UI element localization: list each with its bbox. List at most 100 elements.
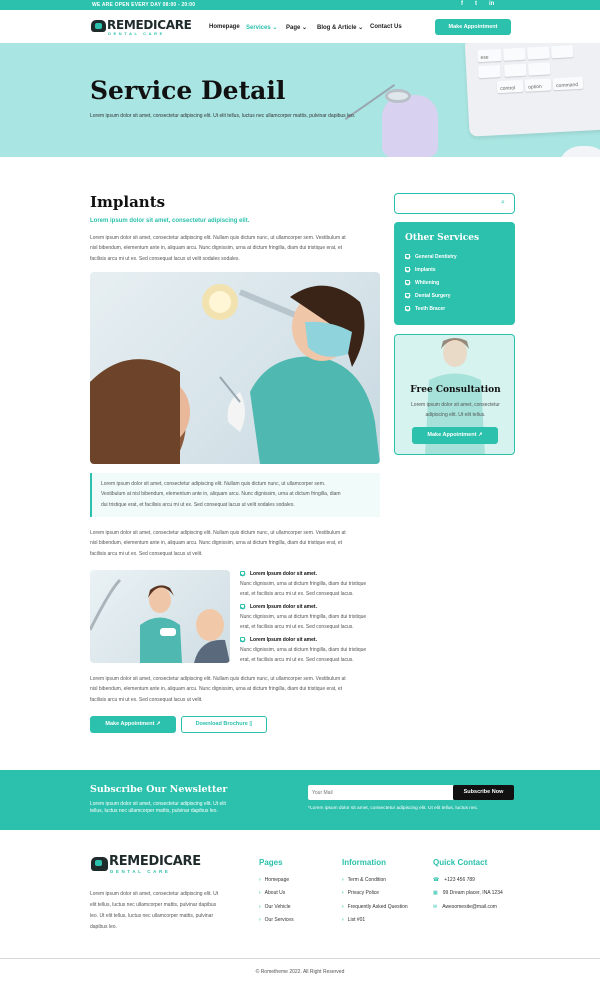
page-title: Service Detail xyxy=(90,76,286,105)
chevron-right-icon: › xyxy=(259,917,261,923)
footer-phone[interactable]: ☎ +123 456 789 xyxy=(433,877,475,883)
free-consultation-card: Free Consultation Lorem ipsum dolor sit … xyxy=(394,334,515,455)
footer-link-services[interactable]: › Our Services xyxy=(259,917,294,923)
nav-services[interactable]: Services ⌄ xyxy=(246,24,277,31)
chevron-right-icon: › xyxy=(342,904,344,910)
check-icon xyxy=(405,267,410,272)
service-link-general[interactable]: General Dentistry xyxy=(415,254,457,260)
feature-text: Nunc dignissim, urna at dictum fringilla… xyxy=(240,647,367,664)
check-icon xyxy=(240,571,245,576)
chevron-right-icon: › xyxy=(342,877,344,883)
brand-tagline: DENTAL CARE xyxy=(108,31,165,36)
linkedin-icon[interactable]: in xyxy=(489,1,494,7)
newsletter-email-input[interactable] xyxy=(308,785,454,800)
newsletter-note: *Lorem ipsum dolor sit amet, consectetur… xyxy=(308,806,479,811)
search-input[interactable] xyxy=(399,198,489,210)
newsletter-section: Subscribe Our Newsletter Lorem ipsum dol… xyxy=(0,770,600,830)
mail-icon: ✉ xyxy=(433,904,438,910)
footer-brand-logo[interactable]: REMEDICARE xyxy=(109,854,201,869)
service-link-surgery[interactable]: Dental Surgery xyxy=(415,293,451,299)
footer-pages-title: Pages xyxy=(259,858,283,867)
feature-title: Lorem Ipsum dolor sit amet. xyxy=(250,637,317,643)
other-services-panel: Other Services General Dentistry Implant… xyxy=(394,222,515,325)
search-icon[interactable]: ⌕ xyxy=(501,199,505,207)
top-bar: WE ARE OPEN EVERY DAY 08:00 - 20:00 f t … xyxy=(0,0,600,10)
mouse-image xyxy=(558,146,600,157)
nav-blog[interactable]: Blog & Article ⌄ xyxy=(317,24,363,31)
check-icon xyxy=(240,604,245,609)
dental-procedure-image xyxy=(90,272,380,464)
footer-email[interactable]: ✉ Awesomesite@mail.com xyxy=(433,904,497,910)
service-link-implants[interactable]: Implants xyxy=(415,267,436,273)
newsletter-title: Subscribe Our Newsletter xyxy=(90,784,228,795)
hero-banner: ese control option command Service Detai… xyxy=(0,43,600,157)
check-icon xyxy=(405,280,410,285)
hero-subtitle: Lorem ipsum dolor sit amet, consectetur … xyxy=(90,113,356,119)
feature-title: Lorem Ipsum dolor sit amet. xyxy=(250,604,317,610)
chevron-right-icon: › xyxy=(259,890,261,896)
chevron-right-icon: › xyxy=(342,917,344,923)
footer-about-text: Lorem ipsum dolor sit amet, consectetur … xyxy=(90,891,219,930)
footer-link-vehicle[interactable]: › Our Vehicle xyxy=(259,904,291,910)
navbar: REMEDICARE DENTAL CARE Homepage Services… xyxy=(0,10,600,43)
body-paragraph-3: Lorem ipsum dolor sit amet, consectetur … xyxy=(90,676,346,703)
check-icon xyxy=(405,306,410,311)
footer-link-homepage[interactable]: › Homepage xyxy=(259,877,289,883)
service-lead: Lorem ipsum dolor sit amet, consectetur … xyxy=(90,218,250,224)
sidebar-search: ⌕ xyxy=(394,193,515,214)
footer-link-list[interactable]: › List #01 xyxy=(342,917,365,923)
opening-hours: WE ARE OPEN EVERY DAY 08:00 - 20:00 xyxy=(92,2,196,8)
logo-tooth-icon xyxy=(91,20,106,32)
nav-contact[interactable]: Contact Us xyxy=(370,24,402,30)
other-services-title: Other Services xyxy=(405,233,480,243)
service-link-whitening[interactable]: Whitening xyxy=(415,280,439,286)
twitter-icon[interactable]: t xyxy=(475,1,477,7)
header-appointment-button[interactable]: Make Appointment xyxy=(435,19,511,35)
dentist-patient-image xyxy=(90,570,230,663)
copyright: © Rometheme 2022. All Right Reserved xyxy=(255,969,345,975)
footer-link-privacy[interactable]: › Privacy Police xyxy=(342,890,379,896)
footer-contact-title: Quick Contact xyxy=(433,858,488,867)
footer-link-about[interactable]: › About Us xyxy=(259,890,285,896)
make-appointment-button[interactable]: Make Appointment ↗ xyxy=(90,716,176,733)
consultation-title: Free Consultation xyxy=(410,385,501,395)
brand-logo[interactable]: REMEDICARE xyxy=(107,18,192,32)
chevron-right-icon: › xyxy=(342,890,344,896)
facebook-icon[interactable]: f xyxy=(461,1,463,7)
chevron-down-icon: ⌄ xyxy=(272,25,278,31)
footer-link-terms[interactable]: › Term & Condition xyxy=(342,877,386,883)
service-title: Implants xyxy=(90,193,166,211)
consultation-text: Lorem ipsum dolor sit amet, consectetur a… xyxy=(411,402,500,418)
body-paragraph-2: Lorem ipsum dolor sit amet, consectetur … xyxy=(90,530,346,557)
consultation-appointment-button[interactable]: Make Appointment ↗ xyxy=(412,427,498,444)
quote-block: Lorem ipsum dolor sit amet, consectetur … xyxy=(90,473,380,517)
dental-mirror-image xyxy=(385,89,411,103)
check-icon xyxy=(405,293,410,298)
external-link-icon: ↗ xyxy=(155,721,161,727)
tooth-image xyxy=(382,95,438,157)
footer-link-faq[interactable]: › Frequently Asked Question xyxy=(342,904,408,910)
check-icon xyxy=(405,254,410,259)
footer-divider xyxy=(0,958,600,959)
footer-brand-tagline: DENTAL CARE xyxy=(110,869,171,874)
footer-logo-tooth-icon xyxy=(91,857,108,871)
file-icon: ▯ xyxy=(249,721,253,727)
intro-paragraph: Lorem ipsum dolor sit amet, consectetur … xyxy=(90,235,346,262)
feature-text: Nunc dignissim, urna at dictum fringilla… xyxy=(240,581,367,598)
nav-homepage[interactable]: Homepage xyxy=(209,24,240,30)
nav-page[interactable]: Page ⌄ xyxy=(286,24,307,31)
check-icon xyxy=(240,637,245,642)
footer-address: ▦ 99 Dream placer, INA 1234 xyxy=(433,890,503,896)
download-brochure-button[interactable]: Download Brochure ▯ xyxy=(181,716,267,733)
feature-title: Lorem Ipsum dolor sit amet. xyxy=(250,571,317,577)
newsletter-text: Lorem ipsum dolor sit amet, consectetur … xyxy=(90,801,226,814)
chevron-down-icon: ⌄ xyxy=(302,25,308,31)
footer-information-title: Information xyxy=(342,858,386,867)
subscribe-button[interactable]: Subscribe Now xyxy=(453,785,514,800)
chevron-right-icon: › xyxy=(259,877,261,883)
keyboard-image: ese control option command xyxy=(464,43,600,137)
service-link-bracer[interactable]: Teeth Bracer xyxy=(415,306,445,312)
chevron-down-icon: ⌄ xyxy=(358,25,364,31)
external-link-icon: ↗ xyxy=(477,432,483,438)
phone-icon: ☎ xyxy=(433,877,440,883)
